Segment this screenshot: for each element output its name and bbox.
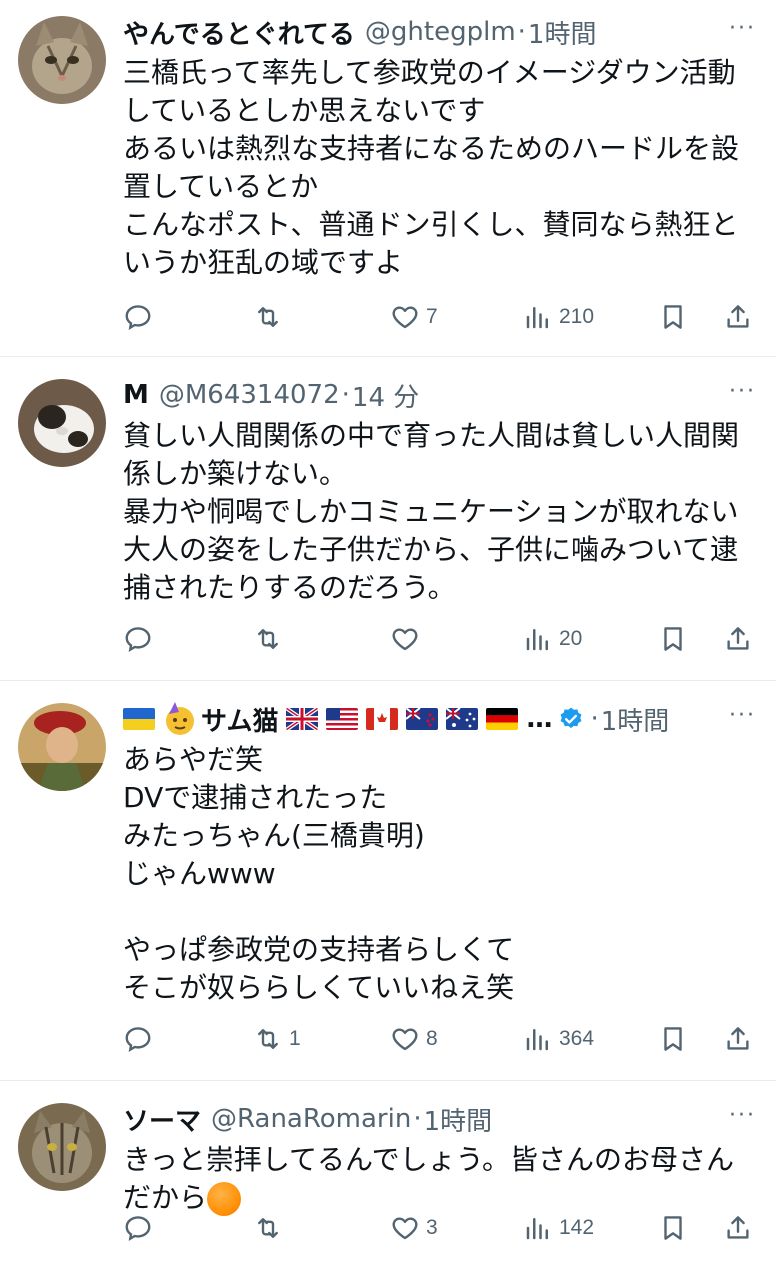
- us-flag-icon: [326, 708, 359, 730]
- reply-feed: やんでるとぐれてる @ghtegplm · 1時間 ··· 三橋氏って率先して参…: [0, 0, 776, 1280]
- separator: ·: [341, 380, 350, 410]
- bookmark-button[interactable]: [658, 1208, 688, 1248]
- like-button[interactable]: [390, 619, 426, 659]
- timestamp[interactable]: 1時間: [424, 1101, 493, 1138]
- bookmark-button[interactable]: [658, 297, 688, 337]
- like-button[interactable]: 7: [390, 297, 438, 337]
- more-icon[interactable]: ···: [729, 379, 756, 404]
- user-handle[interactable]: @ghtegplm: [365, 17, 516, 47]
- ukraine-flag-icon: [123, 708, 155, 730]
- avatar[interactable]: [18, 16, 106, 104]
- repost-button[interactable]: 1: [253, 1019, 301, 1059]
- tweet-header: やんでるとぐれてる @ghtegplm · 1時間: [123, 12, 756, 52]
- more-icon[interactable]: ···: [729, 703, 756, 728]
- share-button[interactable]: [723, 1208, 753, 1248]
- action-bar: 7 210: [123, 297, 758, 337]
- timestamp[interactable]: 1時間: [601, 701, 670, 738]
- reply-tweet[interactable]: やんでるとぐれてる @ghtegplm · 1時間 ··· 三橋氏って率先して参…: [0, 0, 776, 357]
- more-icon[interactable]: ···: [729, 1103, 756, 1128]
- share-button[interactable]: [723, 1019, 753, 1059]
- bookmark-icon: [664, 305, 682, 329]
- reply-icon: [125, 627, 151, 652]
- repost-button[interactable]: [253, 1208, 289, 1248]
- reply-tweet[interactable]: M @M64314072 · 14 分 ··· 貧しい人間関係の中で育った人間は…: [0, 357, 776, 681]
- reply-icon: [125, 1027, 151, 1052]
- share-icon: [727, 305, 749, 328]
- repost-button[interactable]: [253, 619, 289, 659]
- share-button[interactable]: [723, 619, 753, 659]
- germany-flag-icon: [486, 708, 519, 730]
- bookmark-icon: [664, 1027, 682, 1051]
- tweet-header: サム猫 … · 1時間: [123, 699, 756, 739]
- tweet-header: M @M64314072 · 14 分: [123, 375, 756, 415]
- more-icon[interactable]: ···: [729, 16, 756, 41]
- separator: ·: [413, 1104, 422, 1134]
- canada-flag-icon: [366, 708, 399, 730]
- views-icon: [526, 629, 548, 651]
- new-zealand-flag-icon: [406, 708, 439, 730]
- views-button[interactable]: 364: [523, 1019, 594, 1059]
- repost-icon: [258, 629, 278, 649]
- like-icon: [392, 1028, 418, 1051]
- party-face-icon: [166, 702, 194, 735]
- reply-tweet[interactable]: ソーマ @RanaRomarin · 1時間 ··· きっと崇拝してるんでしょう…: [0, 1081, 776, 1280]
- like-icon: [392, 1217, 418, 1240]
- bookmark-button[interactable]: [658, 1019, 688, 1059]
- views-button[interactable]: 210: [523, 297, 594, 337]
- repost-icon: [258, 1029, 278, 1049]
- like-button[interactable]: 8: [390, 1019, 438, 1059]
- avatar[interactable]: [18, 379, 106, 467]
- tweet-text: きっと崇拝してるんでしょう。皆さんのお母さん だから: [123, 1141, 756, 1217]
- like-icon: [392, 306, 418, 329]
- share-icon: [727, 1216, 749, 1239]
- reply-button[interactable]: [123, 619, 159, 659]
- action-bar: 1 8 364: [123, 1019, 758, 1059]
- share-icon: [727, 1027, 749, 1050]
- tweet-text: 三橋氏って率先して参政党のイメージダウン活動 しているとしか思えないです あるい…: [123, 56, 740, 279]
- display-name[interactable]: ソーマ: [123, 1101, 201, 1138]
- display-name[interactable]: サム猫: [201, 701, 278, 738]
- views-button[interactable]: 20: [523, 619, 582, 659]
- australia-flag-icon: [446, 708, 479, 730]
- tweet-text: 貧しい人間関係の中で育った人間は貧しい人間関 係しか築けない。 暴力や恫喝でしか…: [123, 419, 740, 604]
- display-name[interactable]: M: [123, 380, 149, 410]
- views-icon: [526, 1218, 548, 1240]
- action-bar: 20: [123, 619, 758, 659]
- share-icon: [727, 627, 749, 650]
- uk-flag-icon: [286, 708, 319, 730]
- bookmark-icon: [664, 1216, 682, 1240]
- reply-button[interactable]: [123, 297, 159, 337]
- reply-button[interactable]: [123, 1019, 159, 1059]
- share-button[interactable]: [723, 297, 753, 337]
- tweet-text: あらやだ笑 DVで逮捕されたった みたっちゃん(三橋貴明) じゃんwww やっぱ…: [123, 743, 515, 1004]
- user-handle[interactable]: @M64314072: [159, 380, 340, 410]
- avatar[interactable]: [18, 703, 106, 791]
- timestamp[interactable]: 14 分: [352, 377, 419, 414]
- bookmark-button[interactable]: [658, 619, 688, 659]
- repost-icon: [258, 1218, 278, 1238]
- bookmark-icon: [664, 627, 682, 651]
- reply-icon: [125, 1216, 151, 1241]
- action-bar: 3 142: [123, 1208, 758, 1248]
- views-icon: [526, 1029, 548, 1051]
- like-icon: [392, 628, 418, 651]
- repost-button[interactable]: [253, 297, 289, 337]
- reply-button[interactable]: [123, 1208, 159, 1248]
- views-button[interactable]: 142: [523, 1208, 594, 1248]
- like-button[interactable]: 3: [390, 1208, 438, 1248]
- name-truncation: …: [526, 704, 553, 734]
- separator: ·: [517, 17, 526, 47]
- separator: ·: [590, 704, 599, 734]
- avatar[interactable]: [18, 1103, 106, 1191]
- user-handle[interactable]: @RanaRomarin: [211, 1104, 411, 1134]
- tweet-header: ソーマ @RanaRomarin · 1時間: [123, 1099, 756, 1139]
- repost-icon: [258, 307, 278, 327]
- timestamp[interactable]: 1時間: [528, 14, 597, 51]
- reply-tweet[interactable]: サム猫 … · 1時間 ··· あらやだ笑 DVで逮捕されたった みたっちゃん(…: [0, 681, 776, 1081]
- display-name[interactable]: やんでるとぐれてる: [123, 14, 355, 51]
- views-icon: [526, 307, 548, 329]
- verified-badge-icon[interactable]: [558, 706, 584, 732]
- reply-icon: [125, 305, 151, 330]
